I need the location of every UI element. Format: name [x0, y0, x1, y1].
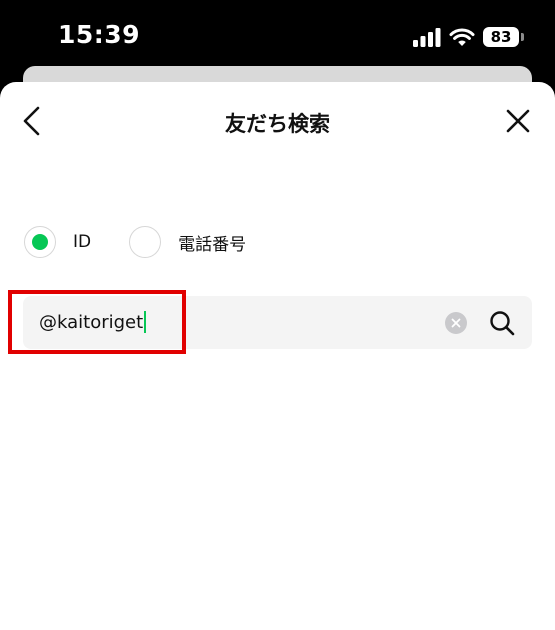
nav-header: 友だち検索	[0, 82, 555, 162]
close-button[interactable]	[503, 106, 533, 136]
clear-button[interactable]	[445, 312, 467, 334]
search-type-radio-group: ID 電話番号	[24, 224, 246, 260]
wifi-icon	[449, 27, 475, 47]
page-title: 友だち検索	[225, 112, 330, 136]
radio-label-phone: 電話番号	[178, 234, 247, 255]
status-icons: 83	[413, 24, 524, 50]
clear-icon	[451, 318, 461, 328]
radio-option-id[interactable]: ID	[24, 226, 91, 258]
highlight-annotation-box	[8, 290, 186, 354]
radio-option-phone[interactable]: 電話番号	[129, 226, 246, 258]
battery-level: 83	[490, 28, 512, 46]
friend-search-sheet: 友だち検索 ID 電話番号 @kaitoriget	[0, 82, 555, 630]
status-time: 15:39	[58, 20, 141, 49]
radio-button-phone[interactable]	[129, 226, 162, 258]
status-bar: 15:39 83	[0, 0, 555, 70]
radio-selected-dot	[32, 234, 48, 250]
radio-label-id: ID	[73, 232, 92, 252]
close-icon	[506, 109, 530, 133]
radio-button-id[interactable]	[24, 226, 56, 258]
battery-icon: 83	[483, 27, 524, 47]
search-button[interactable]	[488, 309, 516, 337]
search-icon	[490, 311, 515, 336]
cellular-signal-icon	[413, 27, 441, 47]
